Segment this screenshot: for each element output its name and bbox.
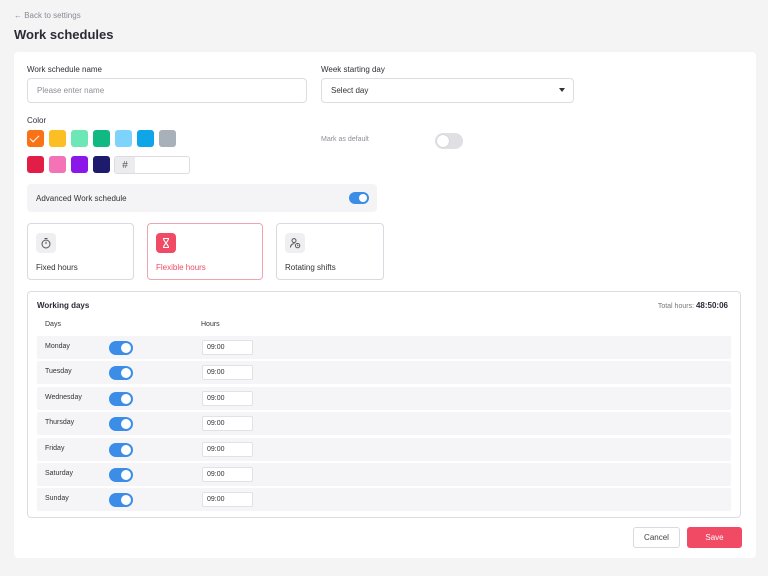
- color-swatch[interactable]: [71, 156, 88, 173]
- day-enabled-toggle[interactable]: [109, 417, 133, 432]
- day-row: Monday 09:00: [37, 336, 731, 359]
- day-name: Thursday: [45, 419, 75, 427]
- day-enabled-toggle[interactable]: [109, 391, 133, 406]
- hours-input[interactable]: 09:00: [202, 467, 253, 482]
- toggle-knob: [121, 368, 131, 379]
- hours-input[interactable]: 09:00: [202, 492, 253, 508]
- day-enabled-toggle[interactable]: [109, 468, 133, 482]
- day-name: Friday: [45, 444, 65, 452]
- schedule-type-label: Rotating shifts: [285, 263, 336, 272]
- hash-icon: #: [115, 157, 135, 173]
- advanced-schedule-toggle[interactable]: [349, 192, 369, 204]
- schedule-name-label: Work schedule name: [27, 65, 102, 74]
- day-row: Sunday 09:00: [37, 488, 731, 512]
- save-button[interactable]: Save: [687, 527, 742, 548]
- toggle-knob: [121, 419, 131, 430]
- toggle-knob: [121, 495, 131, 506]
- color-swatch[interactable]: [27, 156, 44, 173]
- schedule-type-flexible-hours[interactable]: Flexible hours: [147, 223, 263, 280]
- color-label: Color: [27, 116, 47, 125]
- day-enabled-toggle[interactable]: [109, 493, 133, 508]
- hours-input[interactable]: 09:00: [202, 441, 253, 457]
- toggle-knob: [121, 343, 131, 353]
- color-swatch[interactable]: [27, 130, 44, 147]
- mark-default-toggle[interactable]: [435, 133, 463, 149]
- working-days-panel: Working days Total hours: 48:50:06 Days …: [27, 291, 741, 518]
- day-enabled-toggle[interactable]: [109, 442, 133, 457]
- week-start-value: Select day: [331, 86, 369, 95]
- schedule-type-fixed-hours[interactable]: Fixed hours: [27, 223, 134, 280]
- day-name: Tuesday: [45, 368, 72, 376]
- day-enabled-toggle[interactable]: [109, 366, 133, 381]
- week-start-label: Week starting day: [321, 65, 385, 74]
- mark-default-label: Mark as default: [321, 136, 369, 143]
- hourglass-icon: [156, 233, 176, 253]
- checkmark-icon: [29, 132, 40, 143]
- day-enabled-toggle[interactable]: [109, 341, 133, 355]
- week-start-select[interactable]: Select day: [321, 78, 574, 103]
- working-days-title: Working days: [37, 301, 90, 310]
- day-name: Saturday: [45, 470, 74, 477]
- toggle-knob: [359, 194, 367, 202]
- hours-input[interactable]: 09:00: [202, 416, 253, 432]
- day-name: Sunday: [45, 495, 69, 503]
- hours-input[interactable]: 09:00: [202, 390, 253, 406]
- schedule-type-rotating-shifts[interactable]: Rotating shifts: [276, 223, 384, 280]
- back-to-settings-link[interactable]: ← Back to settings: [14, 11, 81, 20]
- day-name: Wednesday: [45, 393, 82, 401]
- schedule-name-input[interactable]: Please enter name: [27, 78, 307, 103]
- toggle-knob: [437, 135, 449, 147]
- total-hours-value: 48:50:06: [695, 301, 728, 310]
- hours-column-header: Hours: [201, 321, 220, 328]
- toggle-knob: [121, 444, 131, 455]
- page-title: Work schedules: [14, 27, 114, 42]
- color-swatch[interactable]: [115, 130, 132, 147]
- day-row: Wednesday 09:00: [37, 386, 731, 410]
- schedule-type-label: Fixed hours: [36, 263, 78, 272]
- color-swatch[interactable]: [93, 130, 110, 147]
- day-row: Saturday 09:00: [37, 463, 731, 486]
- cancel-button[interactable]: Cancel: [633, 527, 680, 548]
- day-row: Tuesday 09:00: [37, 361, 731, 385]
- color-swatch[interactable]: [49, 156, 66, 173]
- hours-input[interactable]: 09:00: [202, 340, 253, 355]
- schedule-type-label: Flexible hours: [156, 263, 206, 272]
- advanced-schedule-label: Advanced Work schedule: [36, 194, 127, 203]
- hex-color-input[interactable]: #: [114, 156, 190, 174]
- chevron-down-icon: [559, 88, 565, 92]
- color-swatch[interactable]: [49, 130, 66, 147]
- color-swatch[interactable]: [159, 130, 176, 147]
- days-column-header: Days: [45, 321, 61, 328]
- user-clock-icon: [285, 233, 305, 253]
- day-row: Thursday 09:00: [37, 412, 731, 436]
- day-row: Friday 09:00: [37, 437, 731, 461]
- toggle-knob: [121, 470, 131, 480]
- advanced-schedule-row: Advanced Work schedule: [27, 184, 377, 212]
- hours-input[interactable]: 09:00: [202, 365, 253, 381]
- stopwatch-icon: [36, 233, 56, 253]
- color-swatch[interactable]: [137, 130, 154, 147]
- color-swatch[interactable]: [93, 156, 110, 173]
- total-hours-label: Total hours:: [657, 303, 695, 310]
- total-hours: Total hours: 48:50:06: [658, 301, 728, 310]
- toggle-knob: [121, 393, 131, 404]
- day-name: Monday: [45, 343, 70, 350]
- color-swatch[interactable]: [71, 130, 88, 147]
